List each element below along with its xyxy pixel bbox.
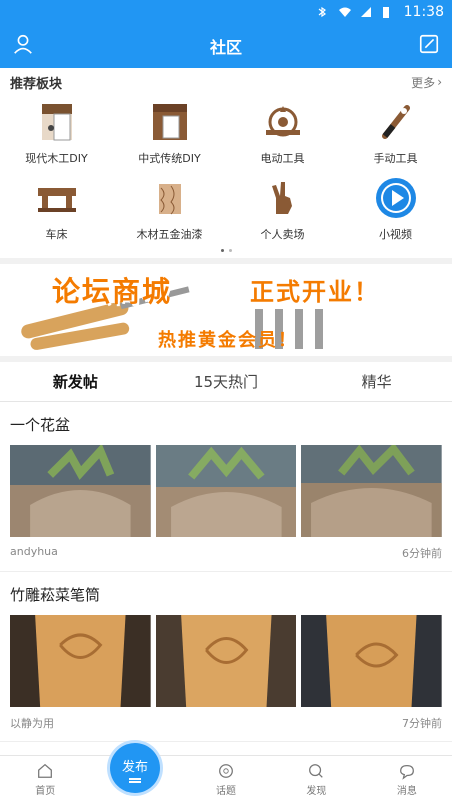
- clock: 11:38: [403, 4, 444, 20]
- play-icon: [373, 176, 419, 220]
- modern-wood-icon: [34, 100, 80, 144]
- post-image[interactable]: [10, 445, 151, 537]
- wood-paint-icon: [147, 176, 193, 220]
- post-author: andyhua: [10, 545, 58, 558]
- battery-icon: [382, 6, 396, 18]
- post-image[interactable]: [155, 615, 297, 707]
- post-meta: andyhua 6分钟前: [10, 537, 442, 571]
- message-icon: [399, 764, 414, 780]
- post-meta: 以静为用 7分钟前: [10, 707, 442, 741]
- post-item[interactable]: 竹雕菘菜笔筒 以静为用 7分钟前: [0, 572, 452, 742]
- traditional-wood-icon: [147, 100, 193, 144]
- boards-header: 推荐板块 更多 ›: [0, 68, 452, 96]
- more-link[interactable]: 更多 ›: [411, 74, 442, 91]
- signal-icon: [360, 6, 374, 18]
- tab-new-posts[interactable]: 新发帖: [0, 362, 151, 401]
- page-dot-active: [220, 248, 224, 252]
- board-personal-store[interactable]: 个人卖场: [226, 176, 339, 242]
- status-bar: 11:38: [0, 0, 452, 24]
- board-power-tools[interactable]: 电动工具: [226, 100, 339, 166]
- bluetooth-icon: [316, 6, 330, 18]
- app-bar: 社区: [0, 24, 452, 68]
- feed-tabs: 新发帖 15天热门 精华: [0, 362, 452, 402]
- post-time: 7分钟前: [402, 717, 442, 730]
- post-item[interactable]: 一个花盆 andyhua 6分钟前: [0, 402, 452, 572]
- nav-discover[interactable]: 发现: [271, 756, 361, 803]
- nav-home[interactable]: 首页: [0, 756, 90, 803]
- discover-icon: [309, 764, 324, 778]
- post-time: 6分钟前: [402, 547, 442, 560]
- post-thumbnails: [10, 615, 443, 707]
- boards-grid: 现代木工DIY 中式传统DIY 电动工具 手动工具 车床 木材五金油漆 个人卖场…: [0, 96, 452, 242]
- lathe-icon: [34, 176, 80, 220]
- board-lathe[interactable]: 车床: [0, 176, 113, 242]
- banner-subtext: 热推黄金会员！: [158, 330, 298, 351]
- post-image[interactable]: [10, 615, 151, 707]
- board-traditional-wood[interactable]: 中式传统DIY: [113, 100, 226, 166]
- menu-icon: [129, 778, 141, 780]
- banner-open-text: 正式开业！: [250, 277, 380, 306]
- boards-title: 推荐板块: [10, 76, 63, 92]
- topic-icon: [219, 764, 233, 778]
- post-title: 竹雕菘菜笔筒: [10, 586, 101, 604]
- tab-featured[interactable]: 精华: [301, 362, 452, 401]
- publish-button[interactable]: 发布: [110, 743, 160, 793]
- board-wood-paint[interactable]: 木材五金油漆: [113, 176, 226, 242]
- nav-message[interactable]: 消息: [362, 756, 452, 803]
- post-author: 以静为用: [10, 717, 54, 730]
- post-thumbnails: [10, 445, 443, 537]
- page-title: 社区: [209, 38, 242, 57]
- wifi-icon: [338, 6, 352, 18]
- saw-icon: [260, 100, 306, 144]
- hand-tool-icon: [373, 100, 419, 144]
- post-image[interactable]: [301, 445, 443, 537]
- tab-hot-15-days[interactable]: 15天热门: [151, 362, 302, 401]
- nav-topic[interactable]: 话题: [181, 756, 271, 803]
- board-modern-wood[interactable]: 现代木工DIY: [0, 100, 113, 166]
- page-dot: [228, 248, 232, 252]
- compose-icon[interactable]: [418, 33, 440, 59]
- board-hand-tools[interactable]: 手动工具: [339, 100, 452, 166]
- bottom-nav: 首页 话题 发现 消息: [0, 755, 452, 803]
- hand-icon: [260, 176, 306, 220]
- board-short-video[interactable]: 小视频: [339, 176, 452, 242]
- chevron-right-icon: ›: [437, 75, 442, 89]
- post-image[interactable]: [155, 445, 297, 537]
- page-indicator: [0, 242, 452, 258]
- user-icon[interactable]: [12, 33, 34, 59]
- promo-banner[interactable]: 论坛商城 正式开业！ 热推黄金会员！: [0, 264, 452, 356]
- banner-headline: 论坛商城: [52, 275, 173, 308]
- post-image[interactable]: [301, 615, 443, 707]
- post-title: 一个花盆: [10, 416, 71, 434]
- home-icon: [38, 763, 53, 778]
